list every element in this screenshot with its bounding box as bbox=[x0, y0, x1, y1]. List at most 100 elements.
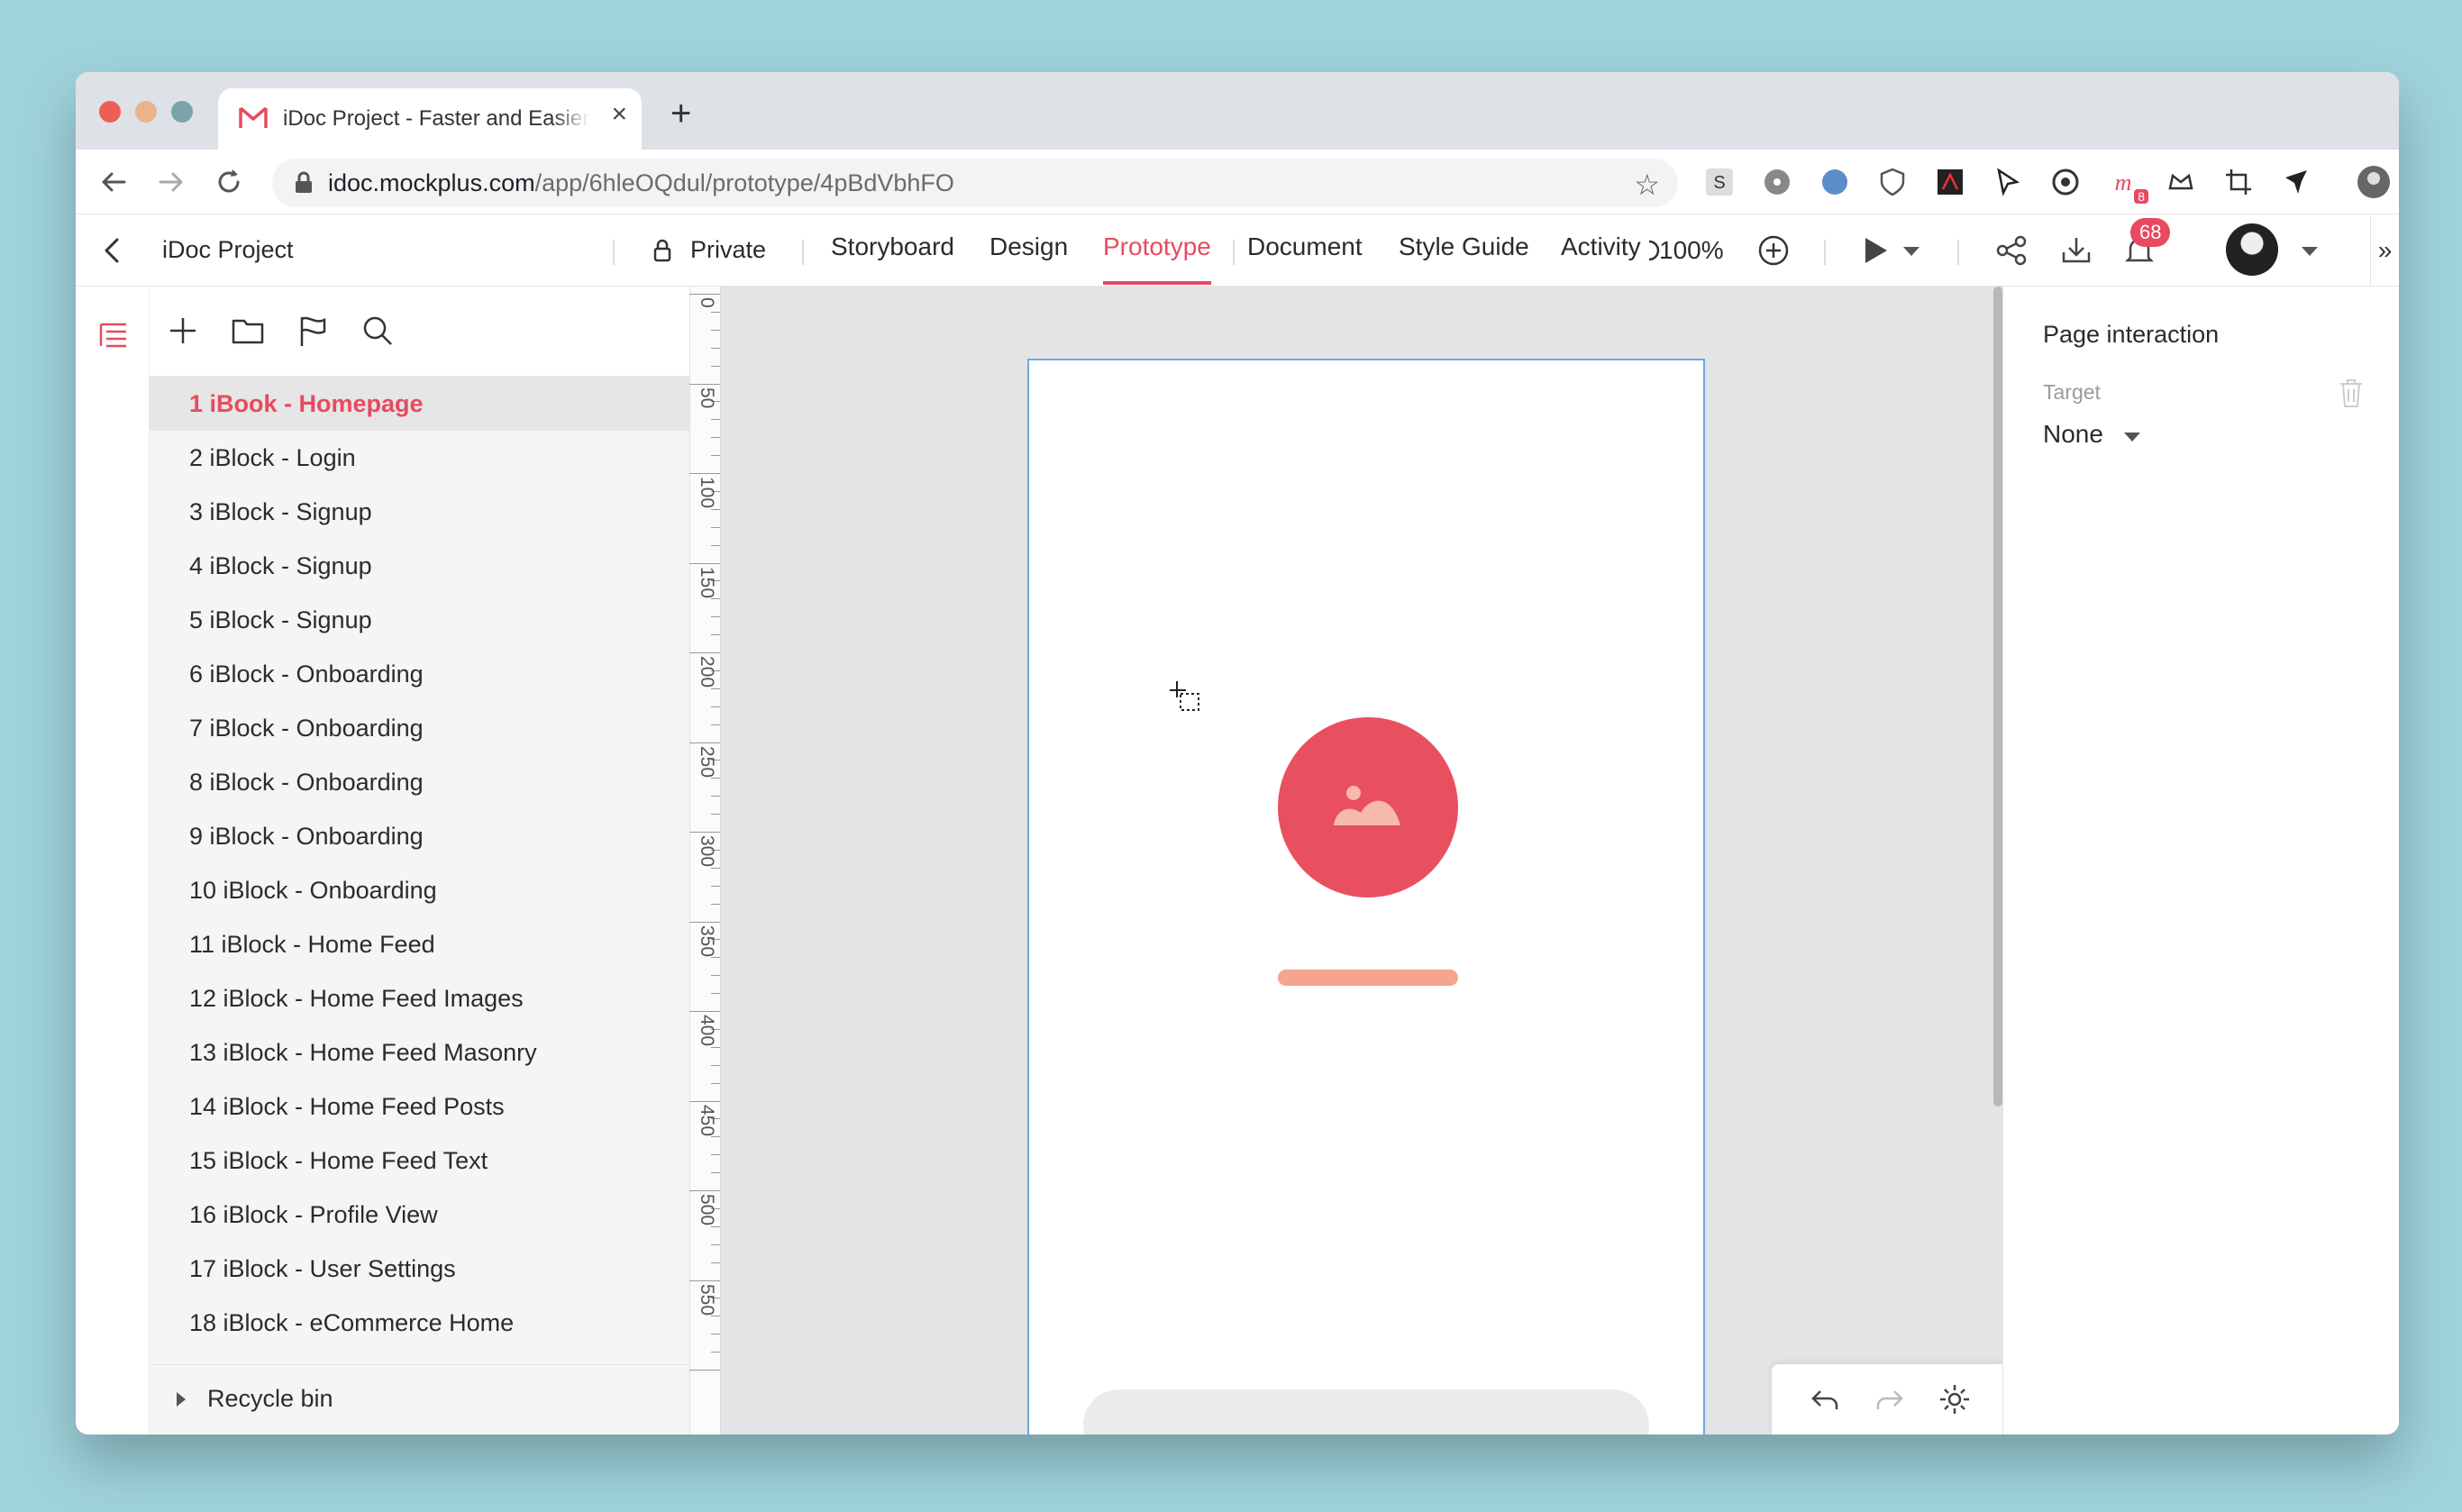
close-window-button[interactable] bbox=[99, 101, 121, 123]
target-select[interactable]: None bbox=[2043, 420, 2103, 449]
folder-icon[interactable] bbox=[229, 312, 267, 350]
ruler-tick bbox=[711, 1225, 720, 1227]
reel-extension-icon[interactable] bbox=[1759, 164, 1795, 200]
ruler-tick bbox=[711, 1172, 720, 1174]
ruler-tick bbox=[711, 1352, 720, 1353]
page-item[interactable]: 14 iBlock - Home Feed Posts bbox=[150, 1079, 689, 1134]
design-canvas[interactable] bbox=[721, 287, 2002, 1435]
crown-extension-icon[interactable] bbox=[2163, 164, 2199, 200]
ruler-tick bbox=[711, 1064, 720, 1066]
target-dropdown-caret-icon[interactable] bbox=[2124, 433, 2140, 442]
user-menu-caret-icon[interactable] bbox=[2302, 247, 2318, 256]
ruler-tick bbox=[689, 383, 720, 385]
zoom-out-icon[interactable] bbox=[1647, 232, 1660, 269]
address-bar[interactable]: idoc.mockplus.com/app/6hleOQdul/prototyp… bbox=[272, 159, 1678, 207]
browser-tab[interactable]: iDoc Project - Faster and Easier Design … bbox=[218, 88, 642, 150]
reload-icon[interactable] bbox=[211, 164, 247, 200]
zoom-window-button[interactable] bbox=[171, 101, 193, 123]
play-options-caret-icon[interactable] bbox=[1903, 247, 1919, 256]
collapse-panel-icon[interactable]: » bbox=[2370, 214, 2399, 287]
ruler-tick bbox=[711, 867, 720, 869]
page-item[interactable]: 18 iBlock - eCommerce Home bbox=[150, 1296, 689, 1350]
page-item[interactable]: 13 iBlock - Home Feed Masonry bbox=[150, 1025, 689, 1079]
trash-icon[interactable] bbox=[2337, 377, 2366, 409]
ruler-tick bbox=[711, 957, 720, 959]
tab-style-guide[interactable]: Style Guide bbox=[1399, 232, 1529, 261]
page-panel-toolbar bbox=[150, 287, 689, 377]
recycle-bin[interactable]: Recycle bin bbox=[150, 1364, 689, 1435]
project-name: iDoc Project bbox=[162, 236, 294, 263]
share-icon[interactable] bbox=[1993, 232, 2029, 269]
bottom-button-placeholder[interactable] bbox=[1083, 1389, 1649, 1435]
svg-text:m: m bbox=[2115, 169, 2132, 196]
flag-icon[interactable] bbox=[294, 312, 332, 350]
cursor-extension-icon[interactable] bbox=[1990, 164, 2026, 200]
artboard[interactable] bbox=[1027, 359, 1705, 1435]
tab-activity[interactable]: Activity bbox=[1561, 232, 1641, 261]
search-icon[interactable] bbox=[359, 312, 397, 350]
undo-icon[interactable] bbox=[1808, 1382, 1842, 1416]
privacy-toggle[interactable]: Private bbox=[652, 236, 766, 264]
app-header: iDoc Project Private Storyboard Design P… bbox=[76, 214, 2399, 287]
ruler-tick bbox=[711, 598, 720, 600]
ruler-tick bbox=[711, 311, 720, 313]
tab-design[interactable]: Design bbox=[989, 232, 1068, 261]
divider bbox=[802, 240, 804, 265]
back-arrow-icon[interactable] bbox=[96, 164, 132, 200]
page-item[interactable]: 2 iBlock - Login bbox=[150, 431, 689, 485]
bookmark-star-icon[interactable]: ☆ bbox=[1634, 168, 1660, 202]
page-item[interactable]: 17 iBlock - User Settings bbox=[150, 1242, 689, 1296]
ruler-tick bbox=[711, 1082, 720, 1084]
redo-icon[interactable] bbox=[1873, 1382, 1907, 1416]
new-tab-button[interactable]: + bbox=[670, 96, 691, 132]
privacy-label: Private bbox=[690, 236, 767, 263]
bird-extension-icon[interactable] bbox=[2278, 164, 2314, 200]
page-item[interactable]: 11 iBlock - Home Feed bbox=[150, 917, 689, 971]
ruler-tick bbox=[711, 1136, 720, 1138]
close-tab-icon[interactable]: × bbox=[611, 101, 627, 128]
ruler-tick bbox=[711, 634, 720, 636]
add-page-icon[interactable] bbox=[164, 312, 202, 350]
play-icon[interactable] bbox=[1856, 232, 1892, 269]
ruler-tick bbox=[711, 455, 720, 457]
browser-window: iDoc Project - Faster and Easier Design … bbox=[76, 72, 2399, 1435]
page-item[interactable]: 3 iBlock - Signup bbox=[150, 485, 689, 539]
zoom-level: 100% bbox=[1659, 236, 1724, 264]
grammar-extension-icon[interactable] bbox=[2047, 164, 2084, 200]
page-item[interactable]: 10 iBlock - Onboarding bbox=[150, 863, 689, 917]
ruler-label: 50 bbox=[697, 387, 717, 408]
minimize-window-button[interactable] bbox=[135, 101, 157, 123]
page-item[interactable]: 7 iBlock - Onboarding bbox=[150, 701, 689, 755]
page-item[interactable]: 16 iBlock - Profile View bbox=[150, 1188, 689, 1242]
tab-prototype[interactable]: Prototype bbox=[1103, 232, 1211, 285]
m-extension-icon[interactable]: m8 bbox=[2105, 164, 2148, 204]
pdf-extension-icon[interactable] bbox=[1932, 164, 1968, 200]
page-item[interactable]: 9 iBlock - Onboarding bbox=[150, 809, 689, 863]
ruler-tick bbox=[711, 508, 720, 510]
back-chevron-icon[interactable] bbox=[97, 234, 128, 267]
page-item[interactable]: 12 iBlock - Home Feed Images bbox=[150, 971, 689, 1025]
page-tree-icon[interactable] bbox=[96, 317, 132, 353]
shield-extension-icon[interactable] bbox=[1874, 164, 1910, 200]
page-item[interactable]: 8 iBlock - Onboarding bbox=[150, 755, 689, 809]
tab-document[interactable]: Document bbox=[1247, 232, 1363, 261]
user-avatar[interactable] bbox=[2226, 223, 2278, 276]
crop-extension-icon[interactable] bbox=[2220, 164, 2257, 200]
zoom-in-icon[interactable] bbox=[1755, 232, 1792, 269]
canvas-scrollbar[interactable] bbox=[1993, 287, 2002, 1107]
settings-gear-icon[interactable] bbox=[1938, 1382, 1972, 1416]
page-item[interactable]: 15 iBlock - Home Feed Text bbox=[150, 1134, 689, 1188]
s-extension-icon[interactable]: S bbox=[1701, 164, 1737, 200]
profile-avatar-icon[interactable] bbox=[2356, 164, 2392, 200]
download-icon[interactable] bbox=[2058, 232, 2094, 269]
blue-extension-icon[interactable] bbox=[1817, 164, 1853, 200]
page-item[interactable]: 4 iBlock - Signup bbox=[150, 539, 689, 593]
page-item[interactable]: 5 iBlock - Signup bbox=[150, 593, 689, 647]
tab-storyboard[interactable]: Storyboard bbox=[831, 232, 954, 261]
url-text: idoc.mockplus.com/app/6hleOQdul/prototyp… bbox=[328, 169, 954, 196]
page-item[interactable]: 1 iBook - Homepage bbox=[150, 377, 689, 431]
forward-arrow-icon[interactable] bbox=[153, 164, 189, 200]
page-item[interactable]: 6 iBlock - Onboarding bbox=[150, 647, 689, 701]
divider bbox=[1824, 240, 1826, 265]
app-logo-circle[interactable] bbox=[1278, 717, 1458, 897]
